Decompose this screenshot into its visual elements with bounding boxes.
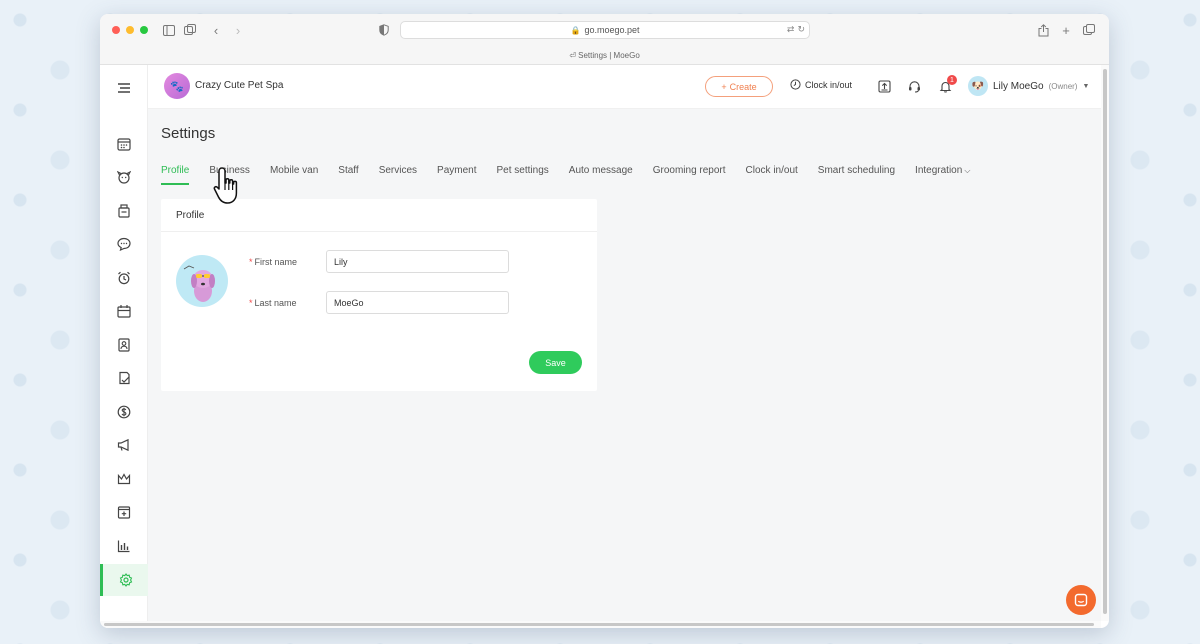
chart-icon <box>117 540 130 553</box>
tab-integration[interactable]: Integration ⌵ <box>915 165 970 185</box>
chevron-down-icon: ⌵ <box>964 166 971 175</box>
minimize-window-button[interactable] <box>126 26 134 34</box>
sidebar-item-membership[interactable] <box>100 464 148 494</box>
reload-icon[interactable]: ↻ <box>797 24 805 35</box>
tab-grooming-report[interactable]: Grooming report <box>653 165 726 185</box>
sidebar <box>100 65 148 621</box>
forward-icon[interactable]: › <box>229 21 247 39</box>
create-button[interactable]: + Create <box>705 76 773 97</box>
profile-avatar[interactable] <box>176 255 228 307</box>
first-name-input[interactable] <box>326 250 509 273</box>
schedule-icon <box>117 305 131 318</box>
sidebar-item-clients[interactable] <box>100 330 148 360</box>
notification-bell-icon[interactable]: 1 <box>937 75 957 94</box>
sidebar-item-calendar[interactable] <box>100 129 148 159</box>
vertical-scrollbar[interactable] <box>1101 65 1109 621</box>
sidebar-item-pets[interactable] <box>100 162 148 192</box>
tab-clock-in-out[interactable]: Clock in/out <box>746 165 798 185</box>
sidebar-item-reports[interactable] <box>100 531 148 561</box>
tab-smart-scheduling[interactable]: Smart scheduling <box>818 165 895 185</box>
sidebar-item-reminders[interactable] <box>100 263 148 293</box>
browser-toolbar: ‹ › 🔒 go.moego.pet ⇄ ↻ + ⏎ Settings | Mo… <box>100 14 1109 65</box>
last-name-input[interactable] <box>326 291 509 314</box>
support-chat-button[interactable] <box>1066 585 1096 615</box>
tab-staff[interactable]: Staff <box>338 165 358 185</box>
pointer-hand-cursor-icon <box>213 167 238 204</box>
tab-overview-icon[interactable] <box>181 21 199 39</box>
sidebar-item-reviews[interactable] <box>100 363 148 393</box>
user-menu[interactable]: 🐶 Lily MoeGo (Owner) ▼ <box>968 76 1089 96</box>
sidebar-item-payments[interactable] <box>100 397 148 427</box>
clock-icon <box>790 79 801 90</box>
app-header: 🐾 Crazy Cute Pet Spa + Create Clock in/o… <box>148 65 1101 109</box>
chevron-down-icon: ▼ <box>1082 82 1090 90</box>
sidebar-item-settings[interactable] <box>100 564 148 596</box>
sidebar-item-marketing[interactable] <box>100 430 148 460</box>
sidebar-item-schedule[interactable] <box>100 296 148 326</box>
sidebar-item-store[interactable] <box>100 196 148 226</box>
headset-icon[interactable] <box>906 78 922 94</box>
user-role: (Owner) <box>1048 81 1078 91</box>
review-icon <box>119 371 130 385</box>
tab-favicon-icon: ⏎ <box>569 51 576 60</box>
tab-payment[interactable]: Payment <box>437 165 476 185</box>
sidebar-item-messages[interactable] <box>100 229 148 259</box>
notification-badge: 1 <box>947 75 957 85</box>
translate-icon[interactable]: ⇄ <box>787 24 795 35</box>
first-name-label: * First name <box>249 257 298 267</box>
new-tab-icon[interactable]: + <box>1057 21 1075 39</box>
address-bar[interactable]: 🔒 go.moego.pet ⇄ ↻ <box>400 21 810 39</box>
plus-icon: + <box>721 81 727 92</box>
business-name[interactable]: Crazy Cute Pet Spa <box>195 80 283 91</box>
tab-pet-settings[interactable]: Pet settings <box>497 165 549 185</box>
horizontal-scrollbar[interactable] <box>100 621 1101 628</box>
store-icon <box>118 204 130 218</box>
profile-card: Profile * First name Lily * Last name Mo… <box>161 199 597 391</box>
url-text: go.moego.pet <box>584 25 640 35</box>
add-calendar-icon <box>117 506 131 519</box>
menu-toggle-icon[interactable] <box>100 73 148 103</box>
user-name: Lily MoeGo <box>993 80 1044 92</box>
back-icon[interactable]: ‹ <box>207 21 225 39</box>
settings-tabs: Profile Business Mobile van Staff Servic… <box>161 165 990 185</box>
main-content: Settings Profile Business Mobile van Sta… <box>148 109 1101 621</box>
app-root: 🐾 Crazy Cute Pet Spa + Create Clock in/o… <box>100 65 1101 621</box>
megaphone-icon <box>117 438 129 452</box>
close-window-button[interactable] <box>112 26 120 34</box>
business-logo[interactable]: 🐾 <box>164 73 190 99</box>
alarm-icon <box>118 271 130 285</box>
crown-icon <box>117 473 131 485</box>
tab-auto-message[interactable]: Auto message <box>569 165 633 185</box>
upload-icon[interactable] <box>876 78 892 94</box>
dollar-icon <box>117 405 131 419</box>
share-icon[interactable] <box>1034 21 1052 39</box>
privacy-shield-icon[interactable] <box>375 21 393 39</box>
user-avatar: 🐶 <box>968 76 988 96</box>
tab-services[interactable]: Services <box>379 165 417 185</box>
sidebar-toggle-icon[interactable] <box>160 21 178 39</box>
browser-tab-title[interactable]: ⏎ Settings | MoeGo <box>100 51 1109 60</box>
zoom-window-button[interactable] <box>140 26 148 34</box>
lock-icon: 🔒 <box>570 25 581 35</box>
tab-profile[interactable]: Profile <box>161 165 190 185</box>
browser-window: ‹ › 🔒 go.moego.pet ⇄ ↻ + ⏎ Settings | Mo… <box>100 14 1109 628</box>
page-title: Settings <box>161 125 216 142</box>
show-tabs-icon[interactable] <box>1080 21 1098 39</box>
calendar-icon <box>117 138 131 151</box>
last-name-label: * Last name <box>249 298 297 308</box>
clock-in-out-button[interactable]: Clock in/out <box>790 79 852 90</box>
tab-mobile-van[interactable]: Mobile van <box>270 165 318 185</box>
chat-icon <box>1074 593 1088 607</box>
message-icon <box>117 237 131 251</box>
sidebar-item-booking[interactable] <box>100 497 148 527</box>
save-button[interactable]: Save <box>529 351 582 374</box>
client-card-icon <box>118 338 130 352</box>
gear-icon <box>119 573 132 587</box>
window-controls <box>112 26 148 34</box>
pet-icon <box>117 170 131 184</box>
